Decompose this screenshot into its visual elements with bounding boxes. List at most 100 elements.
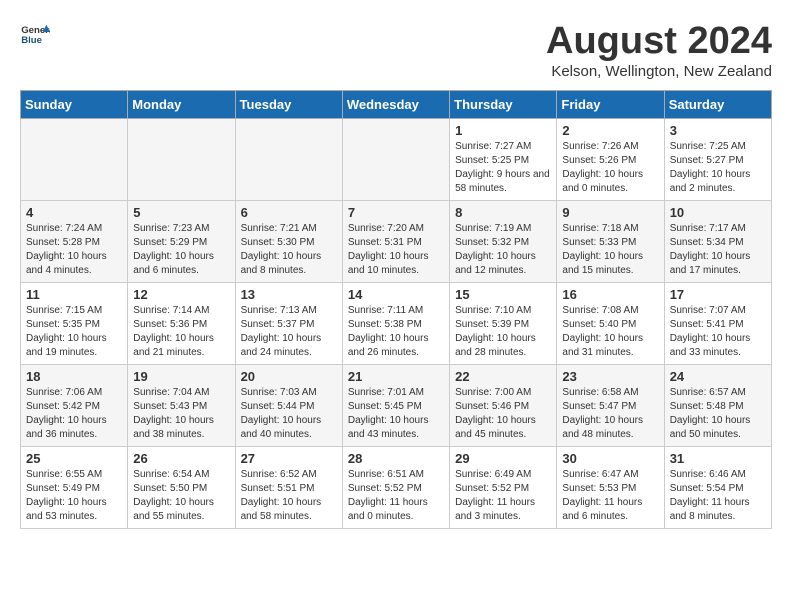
day-number: 25 bbox=[26, 451, 122, 466]
day-info: Sunrise: 7:13 AMSunset: 5:37 PMDaylight:… bbox=[241, 304, 337, 360]
day-info: Sunrise: 7:04 AMSunset: 5:43 PMDaylight:… bbox=[133, 386, 229, 442]
title-section: August 2024 Kelson, Wellington, New Zeal… bbox=[546, 20, 772, 80]
day-info: Sunrise: 7:07 AMSunset: 5:41 PMDaylight:… bbox=[670, 304, 766, 360]
day-info: Sunrise: 6:47 AMSunset: 5:53 PMDaylight:… bbox=[562, 468, 658, 524]
weekday-header-row: SundayMondayTuesdayWednesdayThursdayFrid… bbox=[21, 91, 772, 119]
calendar-cell: 7Sunrise: 7:20 AMSunset: 5:31 PMDaylight… bbox=[342, 201, 449, 283]
day-info: Sunrise: 7:21 AMSunset: 5:30 PMDaylight:… bbox=[241, 222, 337, 278]
day-info: Sunrise: 7:06 AMSunset: 5:42 PMDaylight:… bbox=[26, 386, 122, 442]
calendar-cell: 21Sunrise: 7:01 AMSunset: 5:45 PMDayligh… bbox=[342, 365, 449, 447]
day-number: 9 bbox=[562, 205, 658, 220]
day-number: 20 bbox=[241, 369, 337, 384]
day-number: 30 bbox=[562, 451, 658, 466]
day-info: Sunrise: 6:54 AMSunset: 5:50 PMDaylight:… bbox=[133, 468, 229, 524]
day-number: 12 bbox=[133, 287, 229, 302]
calendar-cell: 26Sunrise: 6:54 AMSunset: 5:50 PMDayligh… bbox=[128, 447, 235, 529]
calendar-cell: 24Sunrise: 6:57 AMSunset: 5:48 PMDayligh… bbox=[664, 365, 771, 447]
calendar-cell: 6 Sunrise: 7:21 AMSunset: 5:30 PMDaylight… bbox=[235, 201, 342, 283]
calendar-cell: 16Sunrise: 7:08 AMSunset: 5:40 PMDayligh… bbox=[557, 283, 664, 365]
day-number: 22 bbox=[455, 369, 551, 384]
calendar-cell: 14Sunrise: 7:11 AMSunset: 5:38 PMDayligh… bbox=[342, 283, 449, 365]
svg-text:Blue: Blue bbox=[21, 35, 42, 46]
calendar-cell: 3 Sunrise: 7:25 AMSunset: 5:27 PMDaylight… bbox=[664, 119, 771, 201]
calendar-cell: 8 Sunrise: 7:19 AMSunset: 5:32 PMDaylight… bbox=[450, 201, 557, 283]
page-header: General Blue August 2024 Kelson, Welling… bbox=[20, 20, 772, 80]
weekday-header-tuesday: Tuesday bbox=[235, 91, 342, 119]
weekday-header-friday: Friday bbox=[557, 91, 664, 119]
calendar-cell bbox=[21, 119, 128, 201]
day-info: Sunrise: 7:19 AMSunset: 5:32 PMDaylight:… bbox=[455, 222, 551, 278]
day-number: 11 bbox=[26, 287, 122, 302]
day-info: Sunrise: 6:52 AMSunset: 5:51 PMDaylight:… bbox=[241, 468, 337, 524]
day-number: 5 bbox=[133, 205, 229, 220]
day-info: Sunrise: 6:46 AMSunset: 5:54 PMDaylight:… bbox=[670, 468, 766, 524]
day-info: Sunrise: 7:03 AMSunset: 5:44 PMDaylight:… bbox=[241, 386, 337, 442]
calendar-cell: 13Sunrise: 7:13 AMSunset: 5:37 PMDayligh… bbox=[235, 283, 342, 365]
month-year-title: August 2024 bbox=[546, 20, 772, 63]
calendar-cell: 30 Sunrise: 6:47 AMSunset: 5:53 PMDayligh… bbox=[557, 447, 664, 529]
day-number: 8 bbox=[455, 205, 551, 220]
calendar-cell bbox=[235, 119, 342, 201]
day-info: Sunrise: 7:27 AMSunset: 5:25 PMDaylight:… bbox=[455, 140, 551, 196]
logo: General Blue bbox=[20, 20, 50, 50]
day-info: Sunrise: 7:24 AMSunset: 5:28 PMDaylight:… bbox=[26, 222, 122, 278]
calendar-cell: 28Sunrise: 6:51 AMSunset: 5:52 PMDayligh… bbox=[342, 447, 449, 529]
day-number: 1 bbox=[455, 123, 551, 138]
calendar-cell: 22 Sunrise: 7:00 AMSunset: 5:46 PMDayligh… bbox=[450, 365, 557, 447]
day-info: Sunrise: 7:23 AMSunset: 5:29 PMDaylight:… bbox=[133, 222, 229, 278]
calendar-cell: 20 Sunrise: 7:03 AMSunset: 5:44 PMDayligh… bbox=[235, 365, 342, 447]
calendar-cell: 29 Sunrise: 6:49 AMSunset: 5:52 PMDayligh… bbox=[450, 447, 557, 529]
calendar-cell: 12 Sunrise: 7:14 AMSunset: 5:36 PMDayligh… bbox=[128, 283, 235, 365]
calendar-table: SundayMondayTuesdayWednesdayThursdayFrid… bbox=[20, 90, 772, 529]
calendar-cell: 5 Sunrise: 7:23 AMSunset: 5:29 PMDaylight… bbox=[128, 201, 235, 283]
location-subtitle: Kelson, Wellington, New Zealand bbox=[546, 63, 772, 80]
calendar-cell: 25 Sunrise: 6:55 AMSunset: 5:49 PMDayligh… bbox=[21, 447, 128, 529]
day-info: Sunrise: 7:08 AMSunset: 5:40 PMDaylight:… bbox=[562, 304, 658, 360]
calendar-cell: 19 Sunrise: 7:04 AMSunset: 5:43 PMDayligh… bbox=[128, 365, 235, 447]
day-number: 24 bbox=[670, 369, 766, 384]
calendar-cell bbox=[128, 119, 235, 201]
calendar-cell: 1 Sunrise: 7:27 AMSunset: 5:25 PMDaylight… bbox=[450, 119, 557, 201]
calendar-week-3: 11 Sunrise: 7:15 AMSunset: 5:35 PMDayligh… bbox=[21, 283, 772, 365]
day-number: 3 bbox=[670, 123, 766, 138]
calendar-week-2: 4 Sunrise: 7:24 AMSunset: 5:28 PMDaylight… bbox=[21, 201, 772, 283]
day-info: Sunrise: 7:14 AMSunset: 5:36 PMDaylight:… bbox=[133, 304, 229, 360]
day-info: Sunrise: 7:18 AMSunset: 5:33 PMDaylight:… bbox=[562, 222, 658, 278]
day-number: 18 bbox=[26, 369, 122, 384]
day-number: 28 bbox=[348, 451, 444, 466]
weekday-header-sunday: Sunday bbox=[21, 91, 128, 119]
day-number: 17 bbox=[670, 287, 766, 302]
weekday-header-thursday: Thursday bbox=[450, 91, 557, 119]
day-info: Sunrise: 7:17 AMSunset: 5:34 PMDaylight:… bbox=[670, 222, 766, 278]
day-number: 14 bbox=[348, 287, 444, 302]
calendar-cell: 23Sunrise: 6:58 AMSunset: 5:47 PMDayligh… bbox=[557, 365, 664, 447]
calendar-cell: 9 Sunrise: 7:18 AMSunset: 5:33 PMDaylight… bbox=[557, 201, 664, 283]
day-info: Sunrise: 7:15 AMSunset: 5:35 PMDaylight:… bbox=[26, 304, 122, 360]
calendar-cell: 2 Sunrise: 7:26 AMSunset: 5:26 PMDaylight… bbox=[557, 119, 664, 201]
day-number: 29 bbox=[455, 451, 551, 466]
weekday-header-wednesday: Wednesday bbox=[342, 91, 449, 119]
day-info: Sunrise: 7:25 AMSunset: 5:27 PMDaylight:… bbox=[670, 140, 766, 196]
calendar-cell: 4 Sunrise: 7:24 AMSunset: 5:28 PMDaylight… bbox=[21, 201, 128, 283]
day-number: 19 bbox=[133, 369, 229, 384]
calendar-cell: 18 Sunrise: 7:06 AMSunset: 5:42 PMDayligh… bbox=[21, 365, 128, 447]
day-number: 31 bbox=[670, 451, 766, 466]
day-number: 7 bbox=[348, 205, 444, 220]
day-number: 6 bbox=[241, 205, 337, 220]
day-number: 2 bbox=[562, 123, 658, 138]
day-number: 10 bbox=[670, 205, 766, 220]
weekday-header-saturday: Saturday bbox=[664, 91, 771, 119]
day-info: Sunrise: 6:58 AMSunset: 5:47 PMDaylight:… bbox=[562, 386, 658, 442]
calendar-week-1: 1 Sunrise: 7:27 AMSunset: 5:25 PMDaylight… bbox=[21, 119, 772, 201]
day-info: Sunrise: 7:01 AMSunset: 5:45 PMDaylight:… bbox=[348, 386, 444, 442]
weekday-header-monday: Monday bbox=[128, 91, 235, 119]
day-info: Sunrise: 7:00 AMSunset: 5:46 PMDaylight:… bbox=[455, 386, 551, 442]
day-number: 4 bbox=[26, 205, 122, 220]
calendar-week-5: 25 Sunrise: 6:55 AMSunset: 5:49 PMDayligh… bbox=[21, 447, 772, 529]
calendar-cell: 31 Sunrise: 6:46 AMSunset: 5:54 PMDayligh… bbox=[664, 447, 771, 529]
day-info: Sunrise: 6:55 AMSunset: 5:49 PMDaylight:… bbox=[26, 468, 122, 524]
calendar-cell bbox=[342, 119, 449, 201]
calendar-cell: 11 Sunrise: 7:15 AMSunset: 5:35 PMDayligh… bbox=[21, 283, 128, 365]
day-info: Sunrise: 6:49 AMSunset: 5:52 PMDaylight:… bbox=[455, 468, 551, 524]
day-info: Sunrise: 7:26 AMSunset: 5:26 PMDaylight:… bbox=[562, 140, 658, 196]
